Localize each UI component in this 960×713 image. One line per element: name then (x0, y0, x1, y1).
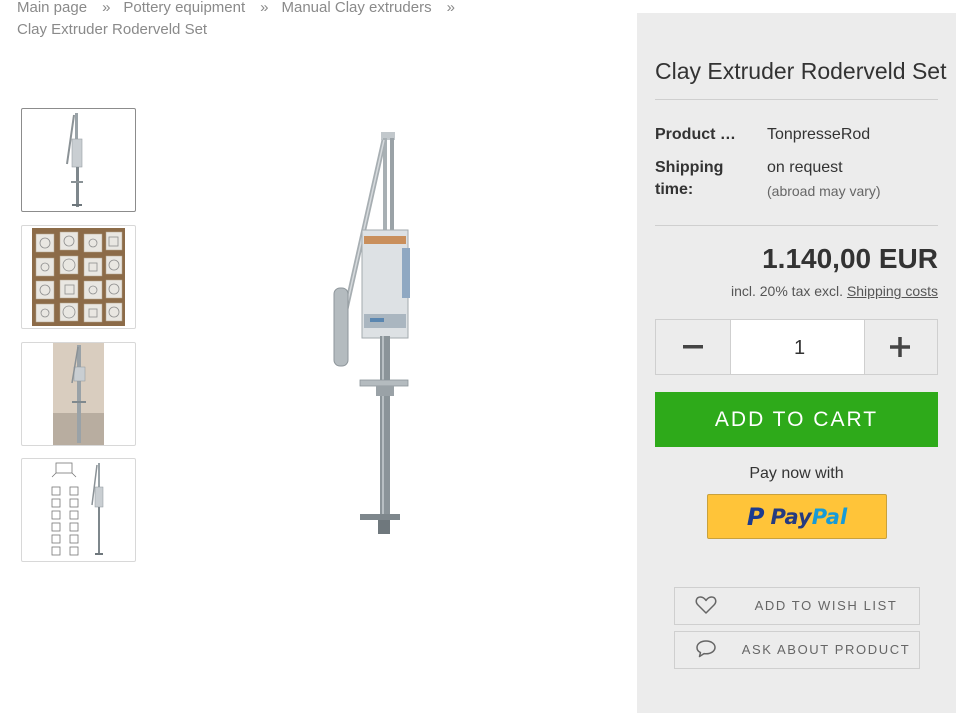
extruder-thumbnail-image (66, 113, 83, 207)
main-product-image (300, 118, 440, 548)
extruder-with-dies-thumbnail-image (51, 462, 104, 556)
ask-about-product-label: ASK ABOUT PRODUCT (741, 642, 911, 657)
product-number-value: TonpresseRod (767, 126, 871, 143)
quantity-field-wrapper (730, 320, 868, 376)
tax-info: incl. 20% tax excl. Shipping costs (731, 283, 938, 299)
shipping-note: (abroad may vary) (767, 183, 881, 199)
divider (655, 225, 938, 226)
shipping-time-value: on request (767, 159, 843, 176)
paypal-logo-icon: P (746, 502, 765, 531)
breadcrumb-separator: » (102, 0, 111, 16)
wish-list-label: ADD TO WISH LIST (754, 598, 898, 613)
quantity-stepper (655, 319, 938, 376)
shipping-costs-link[interactable]: Shipping costs (847, 283, 938, 299)
paypal-button[interactable]: P Pay Pal (707, 494, 887, 539)
thumbnail-extruder-with-dies[interactable] (21, 458, 136, 562)
heart-icon (695, 596, 717, 614)
thumbnail-extruder-wall[interactable] (21, 342, 136, 446)
shipping-time-label: Shipping time: (655, 159, 724, 198)
breadcrumb-separator: » (260, 0, 269, 16)
breadcrumb-link-manual-clay-extruders[interactable]: Manual Clay extruders (282, 0, 432, 16)
product-title: Clay Extruder Roderveld Set (655, 58, 947, 84)
quantity-decrease-button[interactable] (656, 320, 730, 374)
product-price: 1.140,00 EUR (762, 243, 938, 274)
breadcrumb: Main page » Pottery equipment » Manual Clay … (17, 0, 617, 41)
paypal-wordmark-part1: Pay (770, 504, 812, 529)
product-info-panel: Clay Extruder Roderveld Set Product … To… (637, 13, 956, 713)
extruder-wall-thumbnail-image (53, 343, 104, 445)
dies-thumbnail-image (32, 228, 125, 326)
product-number-label: Product … (655, 126, 736, 143)
ask-about-product-button[interactable]: ASK ABOUT PRODUCT (674, 631, 920, 669)
breadcrumb-link-main-page[interactable]: Main page (17, 0, 87, 16)
quantity-increase-button[interactable] (863, 320, 937, 374)
tax-text: incl. 20% tax excl. (730, 283, 844, 299)
breadcrumb-separator: » (446, 0, 455, 16)
paypal-wordmark-part2: Pal (811, 504, 848, 529)
pay-now-label: Pay now with (749, 465, 844, 482)
breadcrumb-link-pottery-equipment[interactable]: Pottery equipment (123, 0, 245, 16)
thumbnail-extruder[interactable] (21, 108, 136, 212)
quantity-input[interactable] (731, 320, 868, 376)
speech-bubble-icon (696, 640, 716, 658)
divider (655, 99, 938, 100)
minus-icon (683, 345, 703, 349)
plus-icon (890, 337, 910, 357)
breadcrumb-current: Clay Extruder Roderveld Set (17, 21, 208, 38)
add-to-cart-button[interactable]: ADD TO CART (655, 392, 938, 447)
thumbnail-dies[interactable] (21, 225, 136, 329)
add-to-wish-list-button[interactable]: ADD TO WISH LIST (674, 587, 920, 625)
